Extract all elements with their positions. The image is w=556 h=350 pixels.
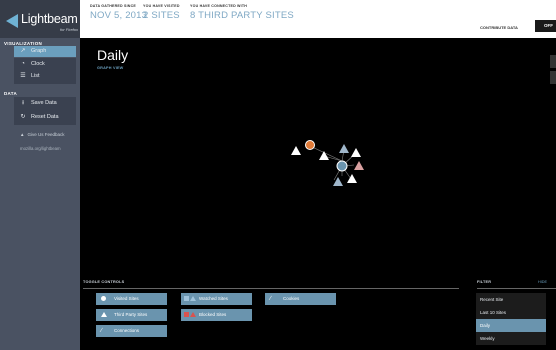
app-subtitle: for Firefox (60, 27, 79, 32)
contribute-data-toggle[interactable]: OFF (535, 20, 556, 32)
visited-dot-icon (101, 293, 106, 305)
sidebar-item-label: Save Data (31, 100, 57, 106)
toggle-cookies-button[interactable]: ∕ Cookies (265, 293, 336, 305)
sidebar-item-list[interactable]: ☰ List (14, 71, 76, 82)
stat-connected: YOU HAVE CONNECTED WITH 8 THIRD PARTY SI… (190, 4, 294, 21)
sidebar-item-label: List (31, 73, 40, 79)
third-party-node[interactable] (339, 144, 349, 153)
toggle-blocked-sites-button[interactable]: Blocked Sites (181, 309, 252, 321)
filter-hide-link[interactable]: HIDE (538, 280, 547, 284)
third-party-node[interactable] (333, 177, 343, 186)
stat-value: NOV 5, 2013 (90, 10, 148, 21)
stat-value: 2 SITES (143, 10, 180, 21)
toggle-watched-sites-button[interactable]: Watched Sites (181, 293, 252, 305)
feedback-link[interactable]: ▲ Give Us Feedback (20, 132, 64, 137)
sidebar-item-label: Reset Data (31, 114, 59, 120)
contribute-data-label: CONTRIBUTE DATA (480, 25, 518, 30)
visited-site-node[interactable] (305, 140, 315, 150)
stat-label: YOU HAVE VISITED (143, 4, 180, 8)
toggle-connections-button[interactable]: ∕ Connections (96, 325, 167, 337)
logo: Lightbeam for Firefox (0, 0, 80, 38)
mozilla-link[interactable]: mozilla.org/lightbeam (20, 146, 61, 151)
save-icon: ⭳ (21, 100, 25, 106)
thumbs-up-icon: ▲ (20, 132, 25, 137)
toggle-visited-sites-button[interactable]: Visited Sites (96, 293, 167, 305)
filter-option-weekly[interactable]: Weekly (476, 332, 546, 345)
toggle-third-party-sites-button[interactable]: Third Party Sites (96, 309, 167, 321)
stat-data-gathered: DATA GATHERED SINCE NOV 5, 2013 (90, 4, 147, 21)
filter-option-last-10-sites[interactable]: Last 10 Sites (476, 306, 546, 319)
toggle-label: Watched Sites (199, 296, 228, 301)
filter-list: Recent Site Last 10 Sites Daily Weekly (476, 293, 546, 345)
network-graph[interactable] (80, 38, 556, 278)
lightbeam-logo-icon (6, 14, 18, 28)
divider (477, 288, 556, 289)
stat-label: DATA GATHERED SINCE (90, 4, 136, 8)
divider (83, 288, 459, 289)
header: DATA GATHERED SINCE NOV 5, 2013 YOU HAVE… (80, 0, 556, 38)
sidebar-item-clock[interactable]: ◔ Clock (14, 59, 76, 70)
sidebar: Lightbeam for Firefox VISUALIZATION ↗ Gr… (0, 0, 80, 350)
filter-option-recent-site[interactable]: Recent Site (476, 293, 546, 306)
blocked-icon (184, 309, 196, 321)
graph-view: Daily GRAPH VIEW TOGGLE CONTROLS Visited… (80, 38, 556, 350)
third-party-node[interactable] (351, 148, 361, 157)
watched-icon (184, 293, 196, 305)
filter-option-daily[interactable]: Daily (476, 319, 546, 332)
clock-icon: ◔ (21, 61, 25, 67)
reset-icon: ↻ (20, 114, 26, 120)
third-party-node[interactable] (291, 146, 301, 155)
cookie-icon: ∕ (270, 296, 272, 302)
connection-line-icon: ∕ (101, 328, 103, 334)
toggle-controls-heading: TOGGLE CONTROLS (83, 280, 125, 284)
graph-icon: ↗ (20, 48, 26, 54)
toggle-label: Cookies (283, 296, 300, 301)
reset-data-button[interactable]: ↻ Reset Data (14, 112, 76, 123)
list-icon: ☰ (20, 73, 26, 79)
stat-value: 8 THIRD PARTY SITES (190, 10, 294, 21)
triangle-icon (101, 309, 107, 321)
stat-label: YOU HAVE CONNECTED WITH (190, 4, 248, 8)
sidebar-item-graph[interactable]: ↗ Graph (14, 46, 76, 57)
sidebar-item-label: Graph (31, 48, 47, 54)
toggle-label: Third Party Sites (114, 312, 148, 317)
toggle-label: Blocked Sites (199, 312, 227, 317)
sidebar-item-label: Clock (31, 61, 45, 67)
visited-site-node[interactable] (336, 160, 348, 172)
data-heading: DATA (4, 91, 18, 96)
stat-visited: YOU HAVE VISITED 2 SITES (143, 4, 180, 21)
toggle-label: Visited Sites (114, 296, 139, 301)
third-party-node[interactable] (354, 161, 364, 170)
filter-heading: FILTER (477, 280, 492, 284)
feedback-label: Give Us Feedback (27, 132, 65, 137)
third-party-node[interactable] (319, 151, 329, 160)
app-title: Lightbeam (21, 12, 78, 26)
save-data-button[interactable]: ⭳ Save Data (14, 98, 76, 109)
toggle-label: Connections (114, 328, 140, 333)
